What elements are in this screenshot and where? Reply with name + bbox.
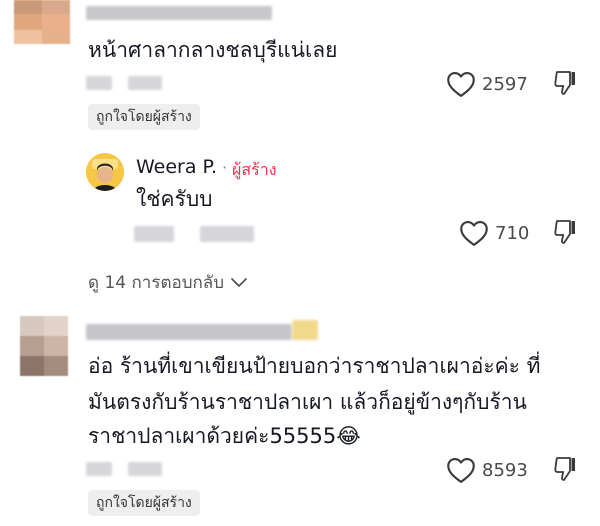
like-count: 2597 — [482, 73, 528, 95]
comment-1-like[interactable]: 2597 — [446, 70, 528, 98]
comment-2-like[interactable]: 8593 — [446, 456, 528, 484]
comment-text-2-line-2: มันตรงกับร้านราชาปลาเผา แล้วก็อยู่ข้างๆก… — [88, 390, 527, 414]
view-replies-link[interactable]: ดู 14 การตอบกลับ — [88, 269, 248, 296]
reply-meta — [134, 226, 174, 242]
commenter-name-2-emoji — [292, 320, 318, 340]
commenter-avatar-1[interactable] — [14, 0, 70, 44]
chevron-down-icon — [230, 277, 248, 289]
comment-2-meta — [86, 462, 112, 476]
commenter-name-2[interactable] — [86, 324, 292, 340]
reply-separator: · — [222, 158, 228, 177]
commenter-name-1[interactable] — [86, 6, 272, 20]
creator-avatar[interactable] — [86, 153, 124, 191]
commenter-avatar-2[interactable] — [20, 316, 68, 376]
comment-text-1: หน้าศาลากลางชลบุรีแน่เลย — [88, 38, 338, 62]
thumbs-down-icon[interactable] — [553, 456, 577, 482]
laughing-emoji: 😂 — [336, 424, 361, 448]
like-count: 710 — [495, 222, 530, 244]
comment-2-reply-link[interactable] — [128, 462, 162, 476]
comment-1-reply-link[interactable] — [128, 76, 162, 90]
heart-outline-icon — [446, 456, 476, 484]
heart-outline-icon — [459, 219, 489, 247]
comment-1-meta — [86, 76, 112, 90]
thumbs-down-icon[interactable] — [553, 70, 577, 96]
comment-text-2-line-3-text: ราชาปลาเผาด้วยค่ะ55555 — [88, 424, 337, 448]
reply-author-name[interactable]: Weera P. — [136, 156, 217, 178]
heart-outline-icon — [446, 70, 476, 98]
liked-by-creator-badge: ถูกใจโดยผู้สร้าง — [88, 490, 200, 516]
creator-tag: ผู้สร้าง — [232, 160, 277, 179]
comment-text-2-line-3: ราชาปลาเผาด้วยค่ะ55555😂 — [88, 420, 361, 453]
liked-by-creator-badge: ถูกใจโดยผู้สร้าง — [88, 104, 200, 130]
thumbs-down-icon[interactable] — [553, 219, 577, 245]
reply-reply-link[interactable] — [200, 226, 254, 242]
reply-like[interactable]: 710 — [459, 219, 529, 247]
like-count: 8593 — [482, 459, 528, 481]
reply-text: ใช่ครับบ — [136, 187, 213, 211]
view-replies-label: ดู 14 การตอบกลับ — [88, 273, 224, 293]
comment-text-2-line-1: อ่อ ร้านที่เขาเขียนป้ายบอกว่าราชาปลาเผาอ… — [88, 354, 541, 378]
